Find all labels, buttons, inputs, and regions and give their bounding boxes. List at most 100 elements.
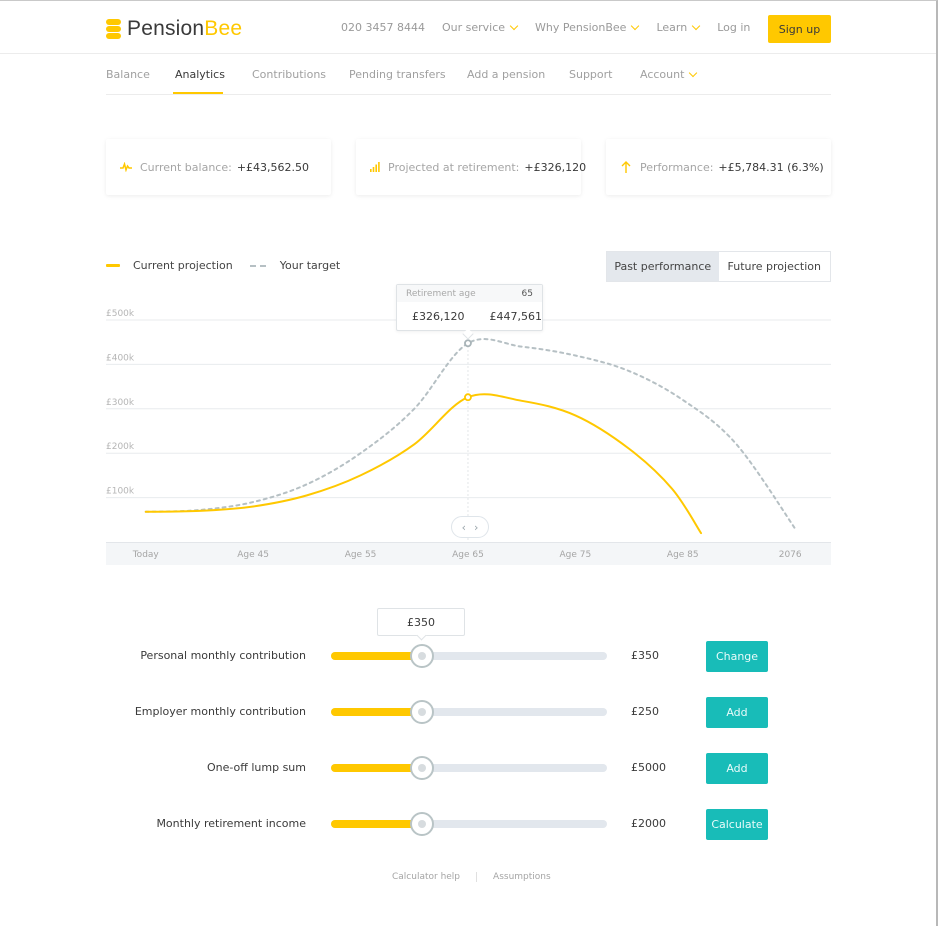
top-nav: 020 3457 8444 Our service Why PensionBee…: [341, 21, 768, 34]
tooltip-age: 65: [521, 288, 533, 299]
brand-name-part1: Pension: [127, 17, 205, 40]
account-tabs: Balance Analytics Contributions Pending …: [106, 54, 831, 95]
slider-value: £350: [631, 649, 659, 662]
slider-track[interactable]: [331, 700, 607, 724]
nav-why-pensionbee-label: Why PensionBee: [535, 21, 627, 34]
nav-log-in[interactable]: Log in: [717, 21, 750, 34]
assumptions-link[interactable]: Assumptions: [493, 872, 551, 882]
window-edge: [938, 0, 946, 926]
y-tick-label: £300k: [106, 398, 135, 408]
nav-why-pensionbee[interactable]: Why PensionBee: [535, 21, 640, 34]
slider-fill: [331, 708, 423, 716]
chart-tooltip: Retirement age 65 £326,120 £447,561: [396, 284, 543, 331]
link-separator: [476, 872, 478, 882]
future-projection-toggle[interactable]: Future projection: [718, 252, 830, 281]
tab-account-label: Account: [640, 68, 685, 81]
current-series-line: [144, 393, 703, 535]
tab-balance[interactable]: Balance: [106, 68, 150, 81]
active-tab-indicator: [173, 92, 223, 94]
x-tick-label: 2076: [779, 550, 802, 560]
stat-card-current-balance: Current balance: +£43,562.50: [106, 139, 331, 195]
sign-up-button[interactable]: Sign up: [768, 15, 831, 43]
slider-label: Employer monthly contribution: [134, 705, 306, 718]
calculate-button[interactable]: Calculate: [706, 809, 768, 840]
nav-learn[interactable]: Learn: [656, 21, 701, 34]
target-series-line: [144, 338, 798, 532]
chevron-left-icon[interactable]: ‹: [462, 521, 466, 534]
brand-name-part2: Bee: [204, 17, 243, 40]
slider-track[interactable]: [331, 644, 607, 668]
change-button[interactable]: Change: [706, 641, 768, 672]
past-performance-toggle[interactable]: Past performance: [607, 252, 719, 281]
slider-thumb[interactable]: [410, 812, 435, 836]
nav-learn-label: Learn: [656, 21, 688, 34]
calculator-help-link[interactable]: Calculator help: [392, 872, 460, 882]
slider-fill: [331, 820, 423, 828]
calculator-footer-links: Calculator help Assumptions: [392, 872, 551, 882]
stat-label: Performance:: [640, 160, 714, 174]
y-tick-label: £100k: [106, 487, 135, 497]
tooltip-target-value: £447,561: [489, 309, 543, 323]
phone-number-text: 020 3457 8444: [341, 21, 425, 34]
tab-contributions[interactable]: Contributions: [252, 68, 326, 81]
current-peak-point: [464, 393, 472, 402]
logo[interactable]: PensionBee: [106, 16, 242, 42]
chart-legend: Current projection Your target: [106, 259, 340, 272]
top-header: PensionBee 020 3457 8444 Our service Why…: [0, 2, 936, 54]
y-tick-label: £500k: [106, 309, 135, 319]
slider-fill: [331, 764, 423, 772]
activity-pulse-icon: [120, 161, 132, 173]
legend-solid-line-swatch: [106, 264, 120, 267]
x-tick-label: Age 55: [345, 550, 377, 560]
target-peak-point: [464, 339, 472, 348]
view-toggle: Past performance Future projection: [606, 251, 831, 282]
legend-dashed-line-swatch: [249, 264, 266, 267]
stat-label: Current balance:: [140, 160, 232, 174]
tab-account[interactable]: Account: [640, 68, 698, 81]
tab-pending-transfers[interactable]: Pending transfers: [349, 68, 446, 81]
stat-card-projected-at-retirement: Projected at retirement: +£326,120: [356, 139, 586, 195]
tab-analytics[interactable]: Analytics: [175, 68, 225, 81]
x-tick-label: Age 85: [667, 550, 699, 560]
tooltip-title: Retirement age: [406, 288, 476, 299]
slider-label: Personal monthly contribution: [140, 649, 306, 662]
legend-current-projection: Current projection: [133, 259, 233, 272]
slider-row-employer-contribution: Employer monthly contribution £250 Add: [0, 697, 936, 728]
phone-number[interactable]: 020 3457 8444: [341, 21, 425, 34]
chevron-right-icon[interactable]: ›: [474, 521, 478, 534]
chevron-down-icon: [509, 21, 519, 31]
nav-our-service-label: Our service: [441, 21, 506, 34]
add-lump-sum-button[interactable]: Add: [706, 753, 768, 784]
slider-thumb[interactable]: [410, 700, 435, 724]
slider-fill: [331, 652, 423, 660]
add-employer-contribution-button[interactable]: Add: [706, 697, 768, 728]
stat-value: +£326,120: [524, 160, 587, 174]
slider-row-personal-contribution: Personal monthly contribution £350 Chang…: [0, 641, 936, 672]
slider-thumb[interactable]: [410, 644, 435, 668]
arrow-up-icon: [620, 161, 632, 173]
nav-our-service[interactable]: Our service: [441, 21, 519, 34]
slider-value: £2000: [631, 817, 666, 830]
chevron-down-icon: [691, 21, 701, 31]
slider-value: £250: [631, 705, 659, 718]
chart-scrub-control[interactable]: ‹ ›: [451, 516, 489, 538]
tab-support[interactable]: Support: [569, 68, 612, 81]
page-frame: PensionBee 020 3457 8444 Our service Why…: [0, 0, 938, 926]
stat-card-performance: Performance: +£5,784.31 (6.3%): [606, 139, 831, 195]
chevron-down-icon: [631, 21, 640, 31]
slider-label: Monthly retirement income: [156, 817, 306, 830]
stat-label: Projected at retirement:: [388, 160, 520, 174]
stat-value: +£5,784.31 (6.3%): [718, 160, 824, 174]
slider-thumb[interactable]: [410, 756, 435, 780]
coin-stack-icon: [106, 19, 121, 39]
slider-track[interactable]: [331, 756, 607, 780]
tab-add-a-pension[interactable]: Add a pension: [467, 68, 545, 81]
x-tick-label: Age 75: [560, 550, 592, 560]
slider-row-retirement-income: Monthly retirement income £2000 Calculat…: [0, 809, 936, 840]
nav-log-in-label: Log in: [717, 21, 751, 34]
slider-row-lump-sum: One-off lump sum £5000 Add: [0, 753, 936, 784]
signal-bars-icon: [370, 161, 380, 173]
slider-label: One-off lump sum: [206, 761, 306, 774]
slider-track[interactable]: [331, 812, 607, 836]
legend-your-target: Your target: [279, 259, 341, 272]
